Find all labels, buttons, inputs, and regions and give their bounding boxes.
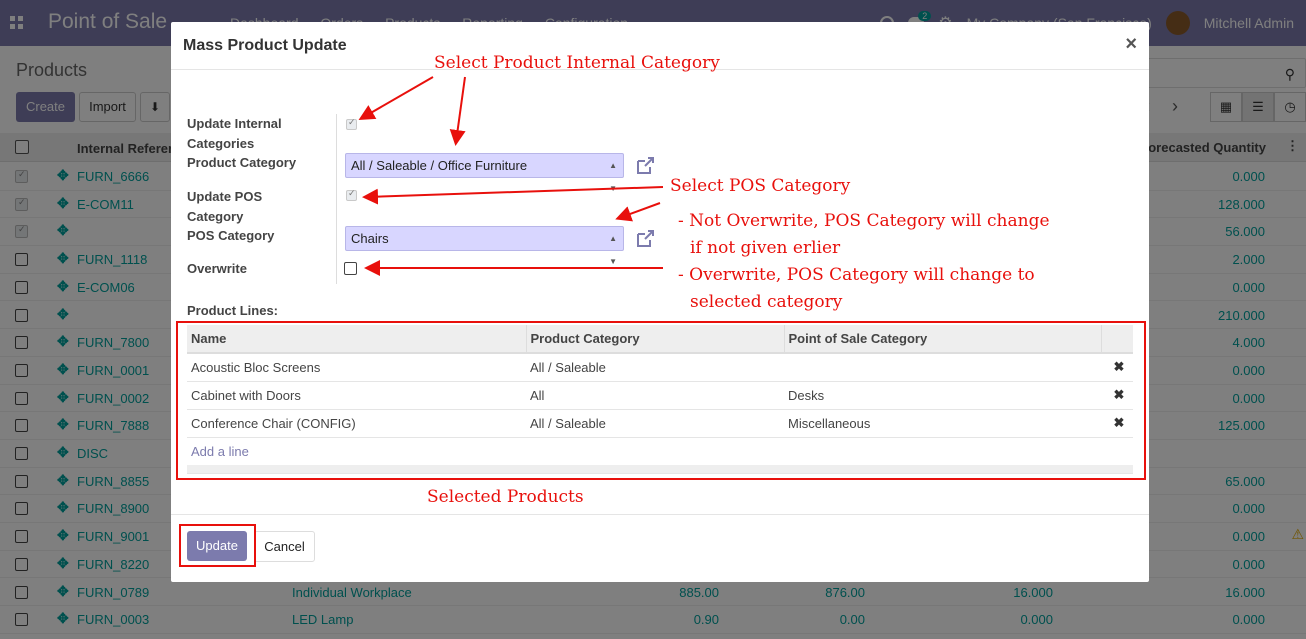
arrow-to-update-pos — [362, 186, 664, 205]
annotation-arrows — [358, 76, 664, 276]
arrow-to-update-internal — [358, 76, 434, 121]
arrow-to-product-category — [449, 76, 466, 146]
arrow-to-pos-category — [615, 202, 661, 222]
